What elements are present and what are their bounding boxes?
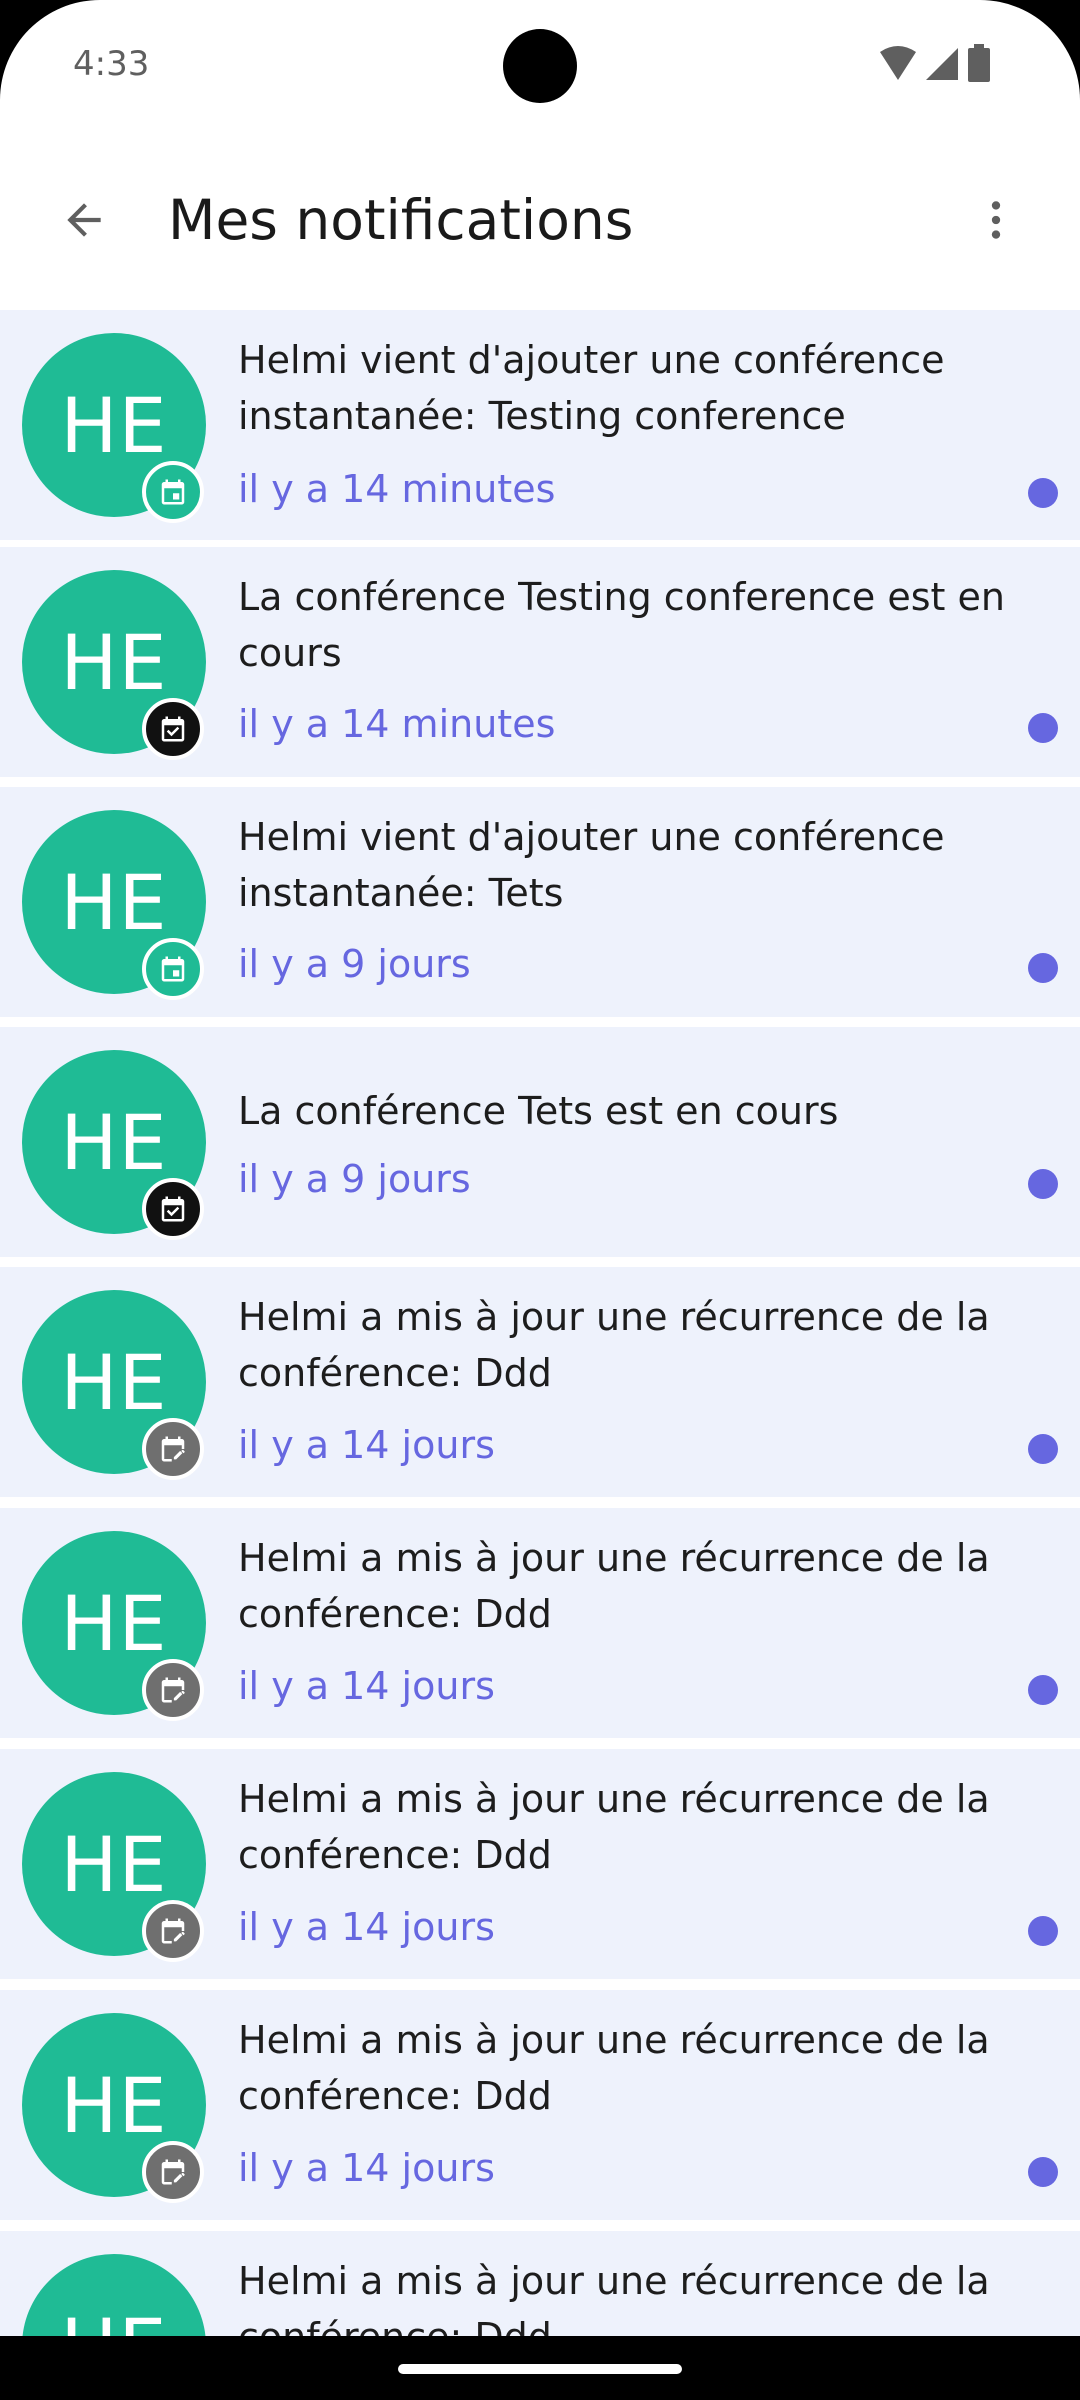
notification-time: il y a 14 jours (238, 1664, 495, 1708)
back-button[interactable] (44, 180, 124, 260)
notification-message: Helmi a mis à jour une récurrence de la … (238, 2018, 990, 2118)
notification-time: il y a 14 jours (238, 1905, 495, 1949)
notification-message: Helmi a mis à jour une récurrence de la … (238, 1777, 990, 1877)
notification-item[interactable]: HE La conférence Tets est en cours il y a … (0, 1027, 1080, 1257)
calendar-check-icon (142, 698, 204, 760)
arrow-back-icon (67, 203, 101, 237)
notification-message: Helmi vient d'ajouter une conférence ins… (238, 338, 945, 438)
unread-dot (1028, 478, 1058, 508)
notification-message: La conférence Testing conference est en … (238, 575, 1005, 675)
notification-item[interactable]: HEHelmi a mis à jour une récurrence de l… (0, 1990, 1080, 2220)
notification-item[interactable]: HE Helmi vient d'ajouter une conférence i… (0, 787, 1080, 1017)
unread-dot (1028, 2157, 1058, 2187)
calendar-event-icon (142, 938, 204, 1000)
wifi-icon (880, 46, 916, 80)
calendar-check-icon (142, 1178, 204, 1240)
app-bar: Mes notifications (0, 150, 1080, 286)
screen: 4:33 Mes notifications HE Helmi vient d'… (0, 0, 1080, 2336)
notification-item[interactable]: HE Helmi a mis à jour une récurrence de l… (0, 2231, 1080, 2336)
more-vert-icon (991, 201, 1001, 239)
unread-dot (1028, 1169, 1058, 1199)
notification-item[interactable]: HEHelmi a mis à jour une récurrence de l… (0, 1749, 1080, 1979)
notification-time: il y a 14 jours (238, 1423, 495, 1467)
unread-dot (1028, 713, 1058, 743)
camera-cutout (503, 29, 577, 103)
avatar: HE (22, 2254, 206, 2336)
status-icons (878, 44, 1008, 84)
calendar-event-icon (142, 461, 204, 523)
unread-dot (1028, 1916, 1058, 1946)
notification-message: La conférence Tets est en cours (238, 1089, 839, 1133)
notification-message: Helmi a mis à jour une récurrence de la … (238, 2259, 990, 2336)
calendar-edit-icon (142, 2141, 204, 2203)
notification-item[interactable]: HEHelmi a mis à jour une récurrence de l… (0, 1508, 1080, 1738)
unread-dot (1028, 1675, 1058, 1705)
cellular-icon (926, 48, 958, 80)
notification-message: Helmi vient d'ajouter une conférence ins… (238, 815, 945, 915)
battery-icon (968, 44, 990, 82)
unread-dot (1028, 1434, 1058, 1464)
status-time: 4:33 (73, 44, 150, 84)
notification-message: Helmi a mis à jour une récurrence de la … (238, 1295, 990, 1395)
home-indicator[interactable] (398, 2364, 682, 2374)
notification-item[interactable]: HEHelmi a mis à jour une récurrence de l… (0, 1267, 1080, 1497)
calendar-edit-icon (142, 1418, 204, 1480)
notification-time: il y a 9 jours (238, 942, 471, 986)
notification-item[interactable]: HE Helmi vient d'ajouter une conférence i… (0, 310, 1080, 540)
more-options-button[interactable] (956, 180, 1036, 260)
notification-item[interactable]: HE La conférence Testing conference est e… (0, 547, 1080, 777)
notification-message: Helmi a mis à jour une récurrence de la … (238, 1536, 990, 1636)
calendar-edit-icon (142, 1659, 204, 1721)
notification-time: il y a 14 minutes (238, 467, 556, 511)
unread-dot (1028, 953, 1058, 983)
calendar-edit-icon (142, 1900, 204, 1962)
notification-time: il y a 14 minutes (238, 702, 556, 746)
notification-time: il y a 14 jours (238, 2146, 495, 2190)
notification-time: il y a 9 jours (238, 1157, 471, 1201)
page-title: Mes notifications (168, 188, 634, 252)
